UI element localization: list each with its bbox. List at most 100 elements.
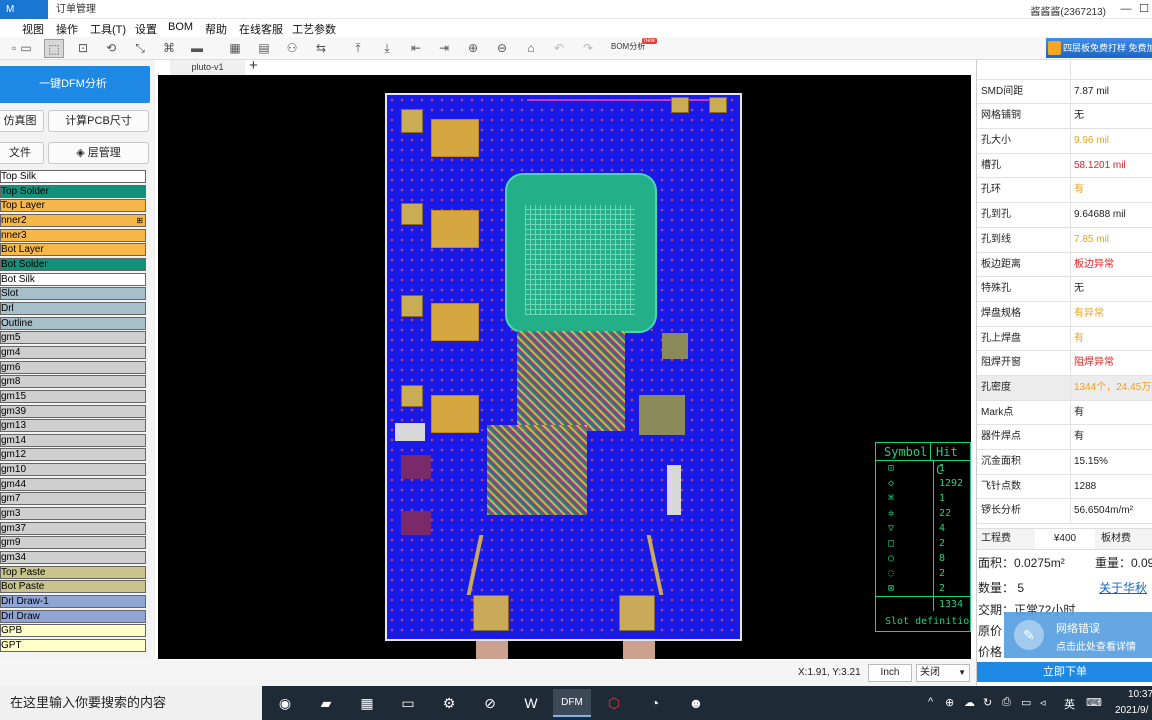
layer-item[interactable]: Bot Silk <box>0 272 146 286</box>
layer-item[interactable]: Top Silk <box>0 170 146 183</box>
dfm-result-row[interactable]: 槽孔 58.1201 mil <box>977 153 1152 179</box>
dfm-result-row[interactable]: 锣长分析 56.6504m/m² <box>977 499 1152 525</box>
app-icon[interactable]: ⊘ <box>471 689 509 717</box>
file-button[interactable]: 文件 <box>0 142 44 164</box>
layer-item[interactable]: GPT <box>0 639 146 652</box>
layer-item[interactable]: gm13 <box>0 419 146 433</box>
menu-process-params[interactable]: 工艺参数 <box>292 21 336 37</box>
order-management-tab[interactable]: 订单管理 <box>50 0 102 19</box>
layer-item[interactable]: Slot <box>0 287 146 301</box>
dfm-result-row[interactable]: Mark点有 <box>977 400 1152 426</box>
dfm-result-row[interactable]: 阻焊开窗 阻焊异常 <box>977 351 1152 376</box>
dfm-result-row[interactable]: 孔密度 1344个，24.45万 <box>977 375 1152 401</box>
menu-operate[interactable]: 操作 <box>56 21 78 37</box>
keyboard-icon[interactable]: ⌨ <box>1086 696 1102 709</box>
layer-item[interactable]: nner3 <box>0 228 146 242</box>
layer-item[interactable]: gm8 <box>0 375 146 389</box>
sync-icon[interactable]: ↻ <box>983 696 992 709</box>
user-account[interactable]: 酱酱酱(2367213) <box>1030 3 1106 18</box>
zoom-area-icon[interactable]: ⊡ <box>73 39 93 58</box>
align-bottom-icon[interactable]: ⤓ <box>377 39 397 58</box>
avatar-app-icon[interactable]: ☻ <box>677 689 715 717</box>
zoom-out-icon[interactable]: ⊖ <box>492 39 512 58</box>
dfm-result-row[interactable]: 孔上焊盘有 <box>977 326 1152 352</box>
clock-date[interactable]: 2021/9/ <box>1115 705 1148 716</box>
dfm-result-row[interactable]: 孔大小 9.96 mil <box>977 129 1152 154</box>
layer-item[interactable]: gm44 <box>0 477 146 491</box>
menu-tools[interactable]: 工具(T) <box>90 21 126 37</box>
pdf-icon[interactable]: ⬡ <box>595 689 633 717</box>
component-icon[interactable]: ▤ <box>254 39 274 58</box>
layout-icon[interactable]: ▭ <box>16 39 36 58</box>
layer-item[interactable]: gm4 <box>0 345 146 359</box>
layer-item[interactable]: gm3 <box>0 507 146 521</box>
layer-item[interactable]: Bot Layer <box>0 243 146 257</box>
menu-help[interactable]: 帮助 <box>205 21 227 37</box>
volume-icon[interactable]: ◃ <box>1040 696 1046 709</box>
align-top-icon[interactable]: ⤒ <box>348 39 368 58</box>
dfm-result-row[interactable]: 孔环有 <box>977 178 1152 204</box>
layer-item[interactable]: Drl Draw-1 <box>0 595 146 609</box>
bom-analysis-button[interactable]: BOM分析 <box>611 41 645 52</box>
undo-icon[interactable]: ↶ <box>549 39 569 58</box>
rotate-icon[interactable]: ⟲ <box>101 39 121 58</box>
layer-item[interactable]: gm12 <box>0 448 146 462</box>
layer-item[interactable]: gm37 <box>0 521 146 535</box>
pointer-select-icon[interactable]: ⬚ <box>44 39 64 58</box>
close-dropdown[interactable]: 关闭 ▼ <box>916 664 970 682</box>
dfm-result-row[interactable]: 网格铺铜无 <box>977 104 1152 130</box>
app-tab[interactable]: M <box>0 0 48 19</box>
network-icon[interactable]: ▭ <box>1021 696 1031 709</box>
printer-icon[interactable]: ⎙ <box>1002 696 1011 709</box>
dfm-result-row[interactable]: 沉金面积 15.15% <box>977 450 1152 475</box>
align-left-icon[interactable]: ⇤ <box>406 39 426 58</box>
ruler-icon[interactable]: ▬ <box>187 39 207 58</box>
chrome-icon[interactable]: ◉ <box>266 689 304 717</box>
dfm-app-icon[interactable]: DFM <box>553 689 591 717</box>
home-icon[interactable]: ⌂ <box>521 39 541 58</box>
taskbar-search-box[interactable]: 在这里输入你要搜索的内容 <box>0 686 262 720</box>
dfm-analysis-button[interactable]: 一键DFM分析 <box>0 66 150 103</box>
layer-item[interactable]: gm5 <box>0 331 146 345</box>
file-explorer-icon[interactable]: ▰ <box>307 689 345 717</box>
pcb-board[interactable] <box>385 93 742 641</box>
calculator-icon[interactable]: ▦ <box>348 689 386 717</box>
dfm-result-row[interactable] <box>977 60 1152 80</box>
expand-icon[interactable]: ⊞ <box>136 215 143 226</box>
dfm-result-row[interactable]: 板边距离 板边异常 <box>977 252 1152 278</box>
pcb-canvas[interactable]: Symbol Hit C ⊡ 1 ◇ 1292 ⌘ 1 ✲ 22 ▽ 4 □ 2 ○ 8 ◌ 2 ⊠ 2 1334 … <box>158 75 971 659</box>
menu-view[interactable]: 视图 <box>22 21 44 37</box>
layer-item[interactable]: GPB <box>0 624 146 638</box>
redo-icon[interactable]: ↷ <box>578 39 598 58</box>
layer-item[interactable]: gm9 <box>0 536 146 550</box>
simulation-button[interactable]: 仿真图 <box>0 110 44 132</box>
layer-item[interactable]: gm7 <box>0 492 146 506</box>
order-now-button[interactable]: 立即下单 <box>977 662 1152 682</box>
terminal-icon[interactable]: ▭ <box>389 689 427 717</box>
link-icon[interactable]: ⚇ <box>282 39 302 58</box>
promo-banner[interactable]: 四层板免费打样 免费加急 <box>1046 38 1152 58</box>
dfm-result-row[interactable]: 焊盘规格 有异常 <box>977 301 1152 327</box>
align-right-icon[interactable]: ⇥ <box>434 39 454 58</box>
layer-item[interactable]: Bot Paste <box>0 580 146 594</box>
layer-management-button[interactable]: ◈ 层管理 <box>48 142 149 164</box>
layer-item[interactable]: gm15 <box>0 389 146 403</box>
ime-indicator[interactable]: 英 <box>1064 696 1075 712</box>
layer-item[interactable]: Top Layer <box>0 199 146 213</box>
layer-item[interactable]: Top Paste <box>0 565 146 579</box>
maximize-icon[interactable]: ☐ <box>1136 1 1152 17</box>
dfm-result-row[interactable]: 孔到孔 9.64688 mil <box>977 203 1152 228</box>
layer-item[interactable]: Top Solder <box>0 184 146 198</box>
layer-item[interactable]: gm34 <box>0 551 146 565</box>
chevron-up-icon[interactable]: ^ <box>928 696 933 708</box>
layer-item[interactable]: gm10 <box>0 463 146 477</box>
menu-settings[interactable]: 设置 <box>135 21 157 37</box>
dfm-result-row[interactable]: 飞针点数 1288 <box>977 474 1152 500</box>
layer-item[interactable]: Drl <box>0 301 146 315</box>
layer-item[interactable]: Drl Draw <box>0 609 146 623</box>
menu-bom[interactable]: BOM <box>168 21 193 33</box>
zoom-in-icon[interactable]: ⊕ <box>463 39 483 58</box>
measure-icon[interactable]: ⤡ <box>130 39 150 58</box>
menu-online-support[interactable]: 在线客服 <box>239 21 283 37</box>
dfm-result-row[interactable]: 特殊孔无 <box>977 277 1152 302</box>
